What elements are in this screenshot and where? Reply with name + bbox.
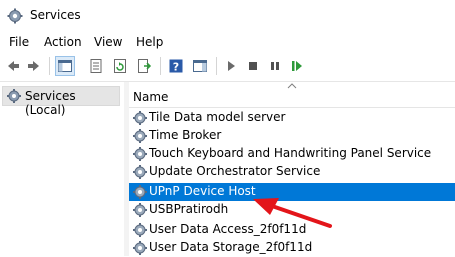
toolbar-separator — [216, 57, 217, 75]
stop-service-button[interactable] — [243, 56, 263, 76]
show-hide-console-tree-button[interactable] — [55, 56, 75, 76]
refresh-icon — [114, 59, 126, 73]
forward-button[interactable] — [24, 56, 44, 76]
help-button[interactable]: ? — [166, 56, 186, 76]
show-hide-console-tree-icon — [58, 60, 72, 72]
service-gear-icon — [133, 203, 147, 217]
service-row[interactable]: Tile Data model server — [129, 109, 455, 127]
restart-service-icon — [292, 61, 302, 71]
column-header-name[interactable]: Name — [129, 82, 455, 108]
service-row[interactable]: USBPratirodh — [129, 201, 455, 219]
service-name: User Data Access_2f0f11d — [149, 222, 307, 236]
service-name: Tile Data model server — [149, 110, 286, 124]
properties-icon — [90, 59, 102, 73]
services-gear-icon — [7, 8, 23, 24]
column-header-label: Name — [133, 90, 169, 104]
service-gear-icon — [133, 111, 147, 125]
export-list-icon — [138, 59, 152, 73]
menu-view[interactable]: View — [94, 35, 122, 49]
title-bar: Services — [0, 0, 455, 31]
service-gear-icon — [133, 241, 147, 255]
service-gear-icon — [133, 129, 147, 143]
refresh-button[interactable] — [110, 56, 130, 76]
service-row[interactable]: Touch Keyboard and Handwriting Panel Ser… — [129, 145, 455, 163]
services-gear-icon — [7, 89, 21, 103]
svg-text:?: ? — [173, 61, 179, 74]
toolbar: ? — [0, 53, 455, 82]
forward-icon — [28, 61, 39, 71]
help-icon: ? — [169, 59, 183, 74]
window-title: Services — [30, 8, 81, 22]
restart-service-button[interactable] — [287, 56, 307, 76]
service-row[interactable]: User Data Storage_2f0f11d — [129, 239, 455, 257]
service-row[interactable]: Update Orchestrator Service — [129, 163, 455, 181]
menu-file[interactable]: File — [9, 35, 29, 49]
sort-ascending-icon — [287, 83, 297, 89]
service-gear-icon — [133, 147, 147, 161]
service-name: USBPratirodh — [149, 202, 229, 216]
menu-help[interactable]: Help — [136, 35, 163, 49]
service-row[interactable]: Time Broker — [129, 127, 455, 145]
service-name: Touch Keyboard and Handwriting Panel Ser… — [149, 146, 432, 160]
pause-service-icon — [271, 62, 279, 70]
service-row[interactable]: User Data Access_2f0f11d — [129, 221, 455, 239]
start-service-button[interactable] — [221, 56, 241, 76]
toolbar-separator — [160, 57, 161, 75]
export-list-button[interactable] — [134, 56, 154, 76]
service-gear-icon — [133, 165, 147, 179]
back-icon — [8, 61, 19, 71]
service-row-selected[interactable]: UPnP Device Host — [129, 183, 455, 201]
toolbar-separator — [49, 57, 50, 75]
properties-button[interactable] — [86, 56, 106, 76]
tree-item-label: Services (Local) — [25, 89, 76, 117]
menu-action[interactable]: Action — [44, 35, 82, 49]
back-button[interactable] — [3, 56, 23, 76]
tree-item-services-local[interactable]: Services (Local) — [2, 86, 120, 117]
services-list: Name Tile Data model server Time Broker … — [129, 82, 455, 256]
show-hide-action-pane-icon — [193, 60, 207, 72]
service-gear-icon — [133, 223, 147, 237]
menu-bar: File Action View Help — [0, 31, 455, 53]
service-name: UPnP Device Host — [149, 184, 256, 198]
service-name: User Data Storage_2f0f11d — [149, 240, 313, 254]
pause-service-button[interactable] — [265, 56, 285, 76]
service-name: Time Broker — [149, 128, 222, 142]
console-tree: Services (Local) — [0, 82, 125, 256]
start-service-icon — [228, 61, 235, 71]
service-name: Update Orchestrator Service — [149, 164, 321, 178]
show-hide-action-pane-button[interactable] — [190, 56, 210, 76]
service-gear-icon — [133, 185, 147, 199]
stop-service-icon — [249, 62, 257, 70]
